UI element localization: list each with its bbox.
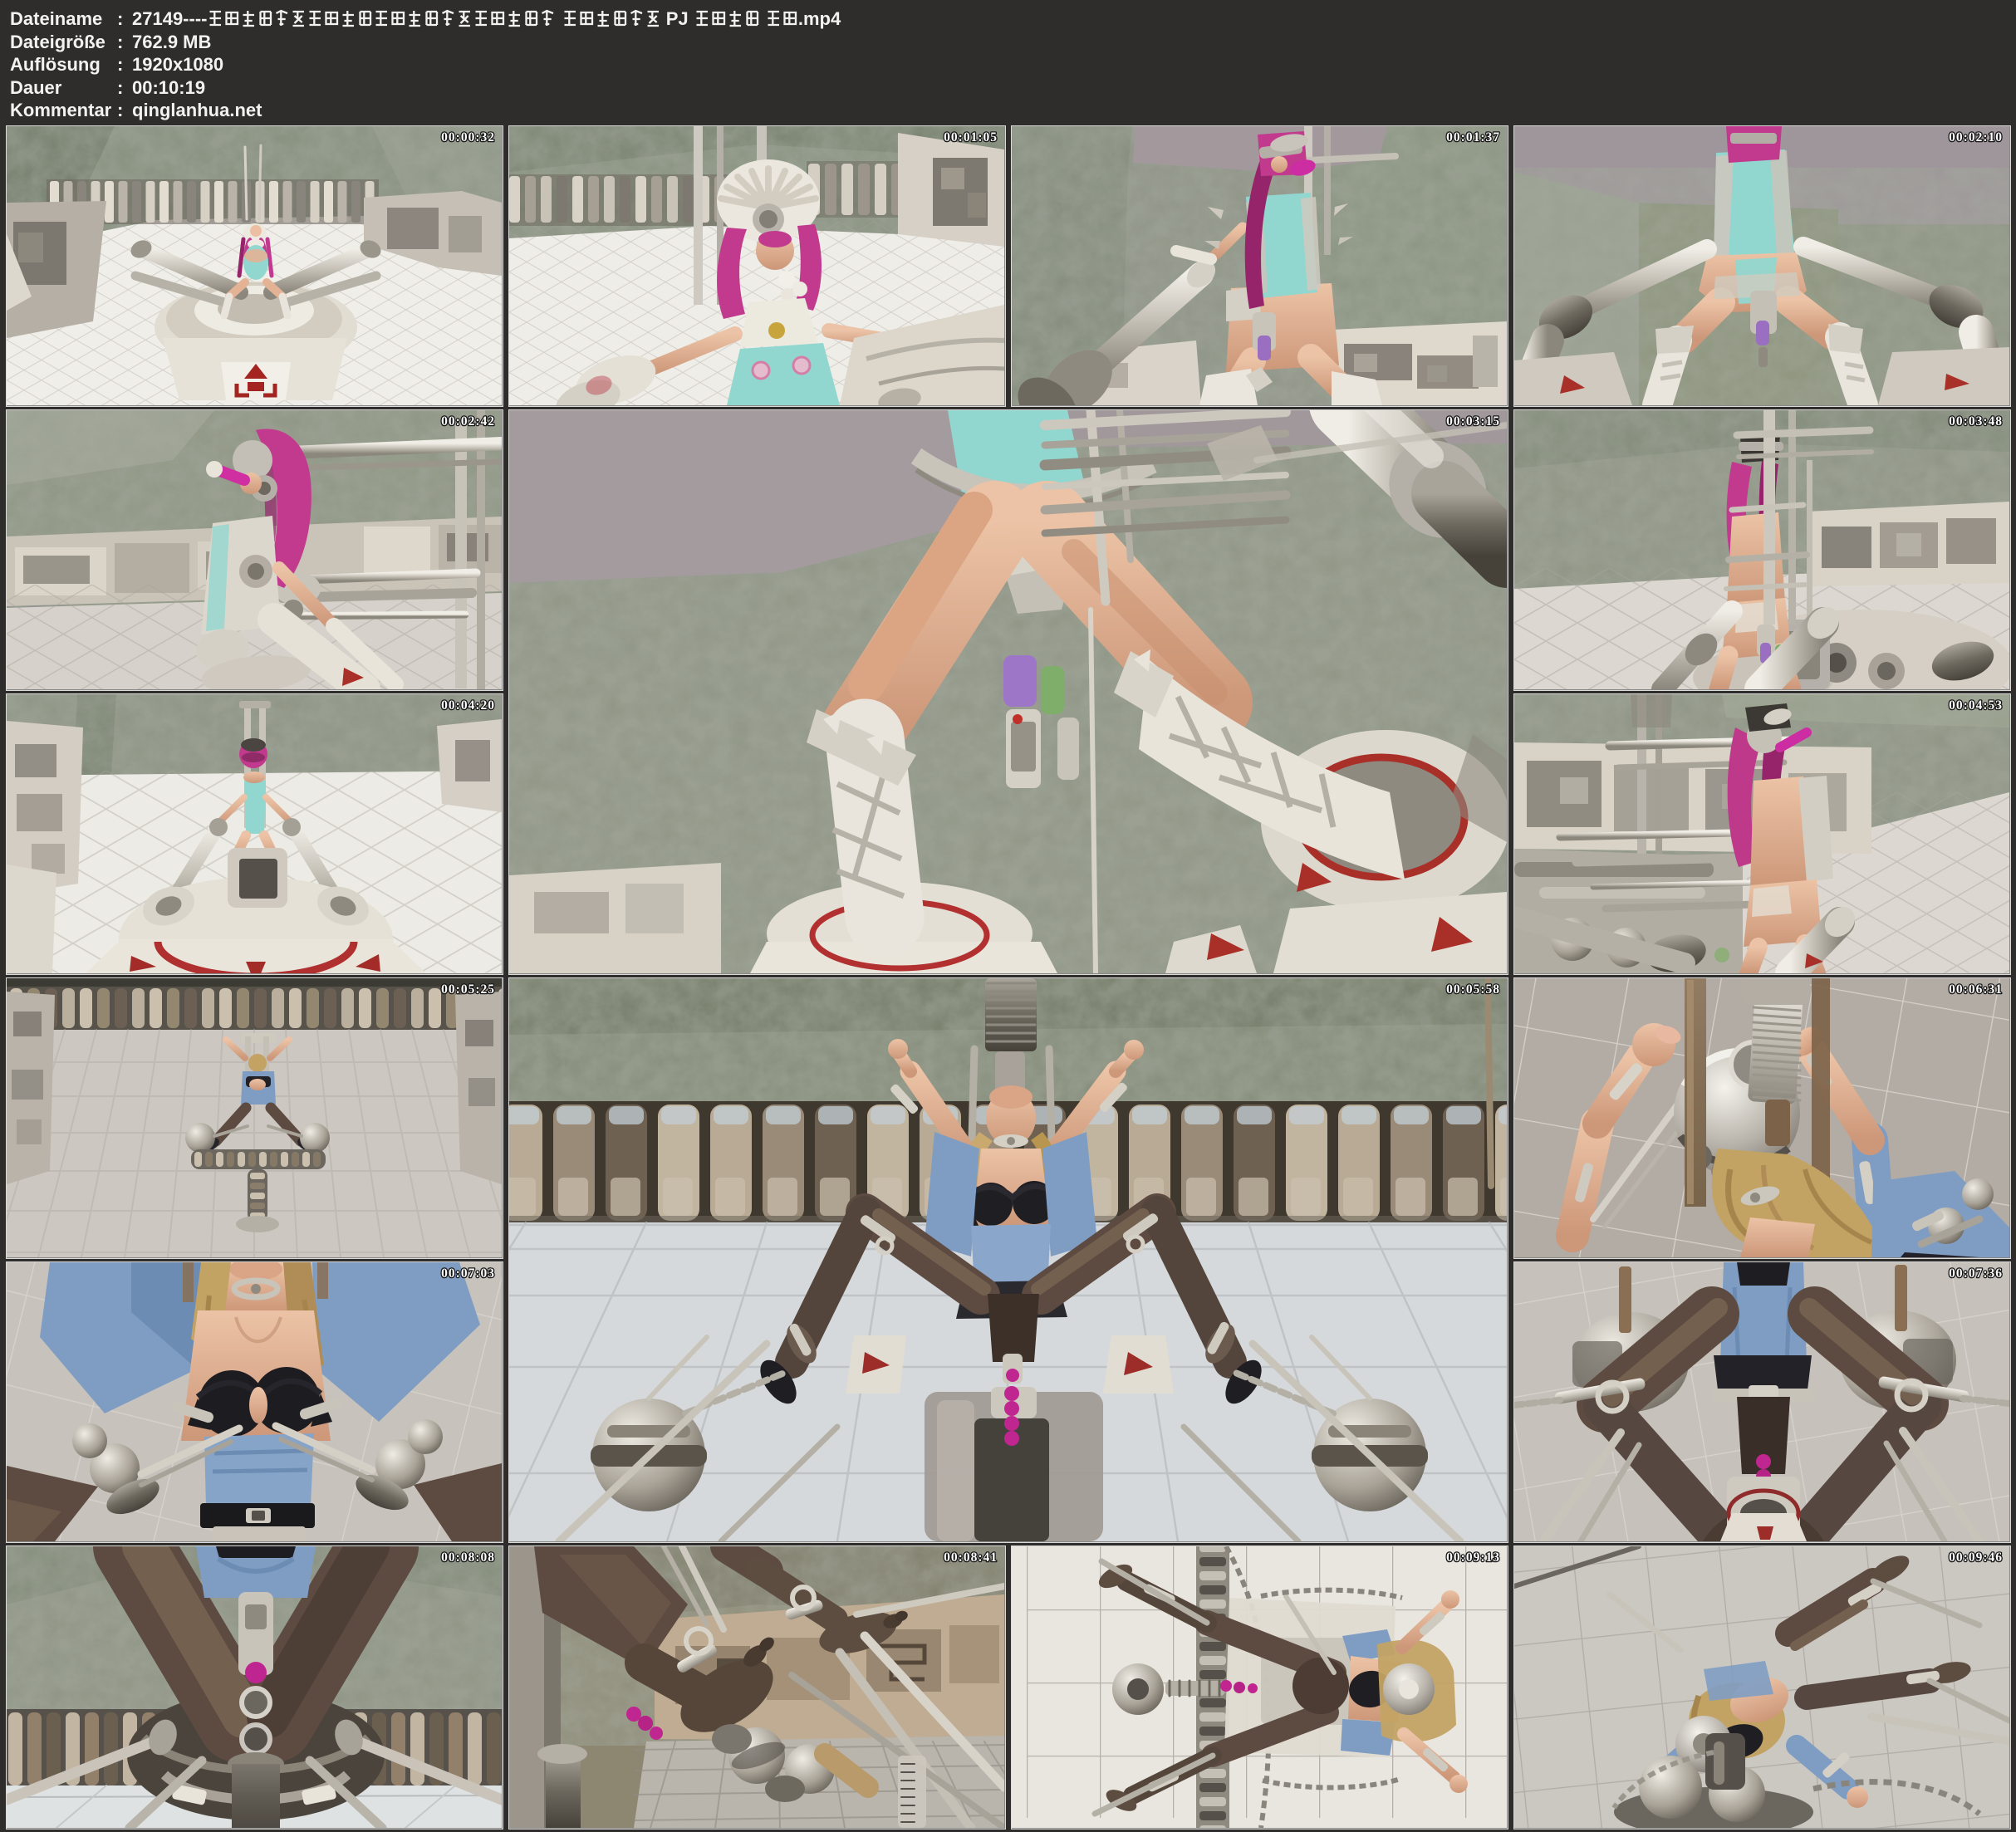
svg-text:00:03:48: 00:03:48 — [1949, 414, 2003, 429]
svg-text:00:05:25: 00:05:25 — [441, 982, 495, 997]
svg-text:00:06:31: 00:06:31 — [1949, 982, 2003, 997]
svg-text:00:02:42: 00:02:42 — [441, 414, 495, 429]
svg-text:00:07:36: 00:07:36 — [1949, 1266, 2003, 1281]
svg-text:00:00:32: 00:00:32 — [441, 130, 495, 145]
svg-text:00:08:08: 00:08:08 — [441, 1550, 495, 1565]
svg-text:00:04:53: 00:04:53 — [1949, 698, 2003, 713]
svg-text:00:07:03: 00:07:03 — [441, 1266, 495, 1281]
svg-text:00:04:20: 00:04:20 — [441, 698, 495, 713]
svg-text:00:01:05: 00:01:05 — [944, 130, 998, 145]
svg-text:00:02:10: 00:02:10 — [1949, 130, 2003, 145]
svg-text:00:01:37: 00:01:37 — [1446, 130, 1500, 145]
svg-text:00:05:58: 00:05:58 — [1446, 982, 1500, 997]
svg-text:00:09:13: 00:09:13 — [1446, 1550, 1500, 1565]
svg-text:00:03:15: 00:03:15 — [1446, 414, 1500, 429]
svg-text:00:08:41: 00:08:41 — [944, 1550, 998, 1565]
svg-text:00:09:46: 00:09:46 — [1949, 1550, 2003, 1565]
